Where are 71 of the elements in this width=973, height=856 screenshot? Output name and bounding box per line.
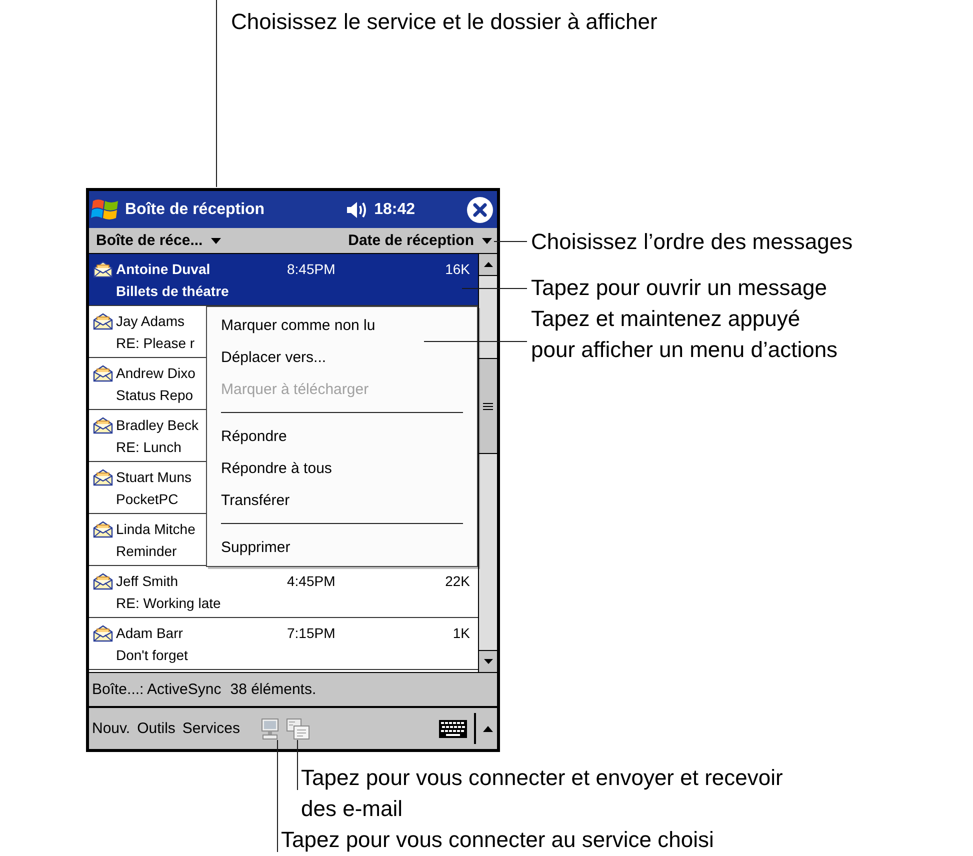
sender-name: Bradley Beck [116, 416, 198, 435]
envelope-icon [93, 624, 113, 642]
sender-name: Jeff Smith [116, 572, 178, 591]
flag-icon[interactable] [91, 198, 119, 222]
close-icon[interactable] [467, 196, 493, 222]
menu-button[interactable]: Outils [137, 720, 176, 737]
keyboard-icon[interactable] [439, 720, 467, 738]
callout-text: Choisissez l’ordre des messages [531, 228, 853, 256]
grip-icon [483, 402, 493, 410]
message-subject: PocketPC [116, 490, 178, 509]
clock: 18:42 [374, 200, 415, 218]
sender-name: Andrew Dixo [116, 364, 196, 383]
envelope-icon [93, 468, 113, 486]
callout-text: Choisissez le service et le dossier à afficher [231, 8, 658, 36]
callout-text: Tapez pour ouvrir un message [531, 274, 827, 302]
caret-icon [210, 238, 221, 244]
message-size: 22K [445, 572, 470, 591]
message-time: 8:45PM [287, 260, 336, 279]
envelope-icon [93, 520, 113, 538]
up-arrow-icon [484, 262, 492, 267]
message-subject: RE: Working late [116, 594, 221, 613]
folder-dropdown[interactable]: Boîte de réce... [96, 232, 221, 249]
scroll-down-button[interactable] [479, 650, 497, 672]
message-subject: Status Repo [116, 386, 194, 405]
sender-name: Jay Adams [116, 312, 184, 331]
scroll-up-button[interactable] [479, 254, 497, 276]
message-time: 7:15PM [287, 624, 336, 643]
menu-button[interactable]: Nouv. [92, 720, 130, 737]
sender-name: Adam Barr [116, 624, 183, 643]
menu-item[interactable]: Répondre à tous [207, 452, 477, 484]
message-subject: RE: Lunch [116, 438, 182, 457]
message-row[interactable]: Antoine Duval 8:45PM 16K Billets de théatre [89, 254, 478, 306]
stacked-windows-icon[interactable] [286, 718, 310, 740]
sort-dropdown[interactable]: Date de réception [348, 232, 492, 249]
envelope-icon [93, 312, 113, 330]
sender-name: Linda Mitche [116, 520, 196, 539]
computer-icon[interactable] [260, 718, 279, 740]
message-subject: Billets de théatre [116, 282, 229, 301]
callout-text: Tapez pour vous connecter au service choisi [281, 826, 714, 854]
scrollbar[interactable] [478, 254, 497, 672]
scroll-thumb[interactable] [479, 358, 497, 454]
up-caret-icon[interactable] [483, 726, 493, 732]
envelope-icon [93, 572, 113, 590]
message-size: 1K [452, 624, 470, 643]
menu-item[interactable]: Répondre [207, 420, 477, 452]
menu-item[interactable]: Marquer comme non lu [207, 309, 477, 341]
speaker-icon[interactable] [346, 200, 368, 218]
menu-item[interactable]: Déplacer vers... [207, 341, 477, 373]
sender-name: Stuart Muns [116, 468, 192, 487]
menu-item[interactable]: Supprimer [207, 531, 477, 563]
message-time: 4:45PM [287, 572, 336, 591]
message-subject: Reminder [116, 542, 177, 561]
window-title: Boîte de réception [125, 200, 265, 218]
caret-icon [482, 238, 492, 244]
menu-button[interactable]: Services [182, 720, 240, 737]
message-subject: Don't forget [116, 646, 188, 665]
menu-item[interactable]: Transférer [207, 484, 477, 516]
envelope-icon [93, 260, 113, 278]
leader-line [297, 740, 298, 790]
envelope-icon [93, 364, 113, 382]
status-text: Boîte...: ActiveSync [92, 681, 222, 698]
envelope-icon [93, 416, 113, 434]
callout-text: Tapez et maintenez appuyé pour afficher un menu d’actions [531, 305, 838, 364]
sender-name: Antoine Duval [116, 260, 210, 279]
leader-line [494, 241, 527, 242]
callout-text: Tapez pour vous connecter et envoyer et recevoir des e-mail [301, 764, 783, 823]
down-arrow-icon [484, 659, 492, 664]
leader-line [462, 288, 527, 289]
message-subject: RE: Please r [116, 334, 195, 353]
item-count: 38 éléments. [230, 681, 316, 698]
message-size: 16K [445, 260, 470, 279]
